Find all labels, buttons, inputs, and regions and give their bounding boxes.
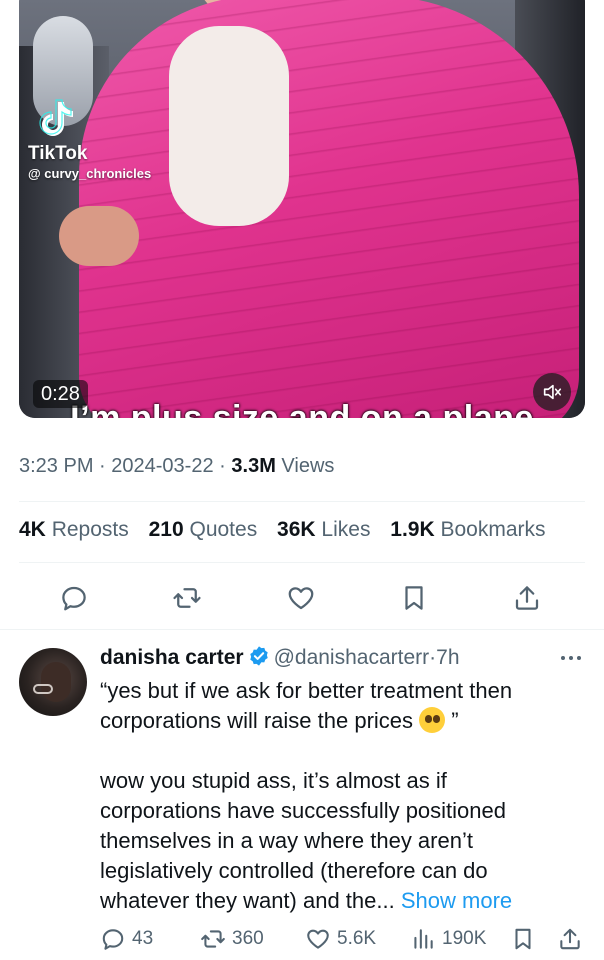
repost-icon bbox=[173, 588, 201, 608]
reply-time[interactable]: 7h bbox=[436, 646, 459, 669]
likes-count: 36K bbox=[277, 518, 316, 541]
author-name[interactable]: danisha carter bbox=[100, 646, 244, 669]
muted-speaker-icon bbox=[543, 384, 562, 400]
reposts-label: Reposts bbox=[51, 518, 129, 541]
reply-icon bbox=[62, 586, 86, 611]
view-count: 3.3M bbox=[231, 455, 276, 477]
tiktok-handle: @ curvy_chronicles bbox=[28, 166, 152, 181]
reply-header: danisha carter @danishacarterr·7h bbox=[100, 645, 460, 670]
reposts-count: 4K bbox=[19, 518, 46, 541]
bookmark-icon bbox=[515, 928, 531, 950]
share-button[interactable] bbox=[507, 578, 547, 618]
repost-icon bbox=[201, 930, 225, 948]
post-stats: 4K Reposts 210 Quotes 36K Likes 1.9K Boo… bbox=[19, 518, 546, 542]
reply-text-quote-end: ” bbox=[451, 708, 459, 733]
repost-button[interactable] bbox=[167, 578, 207, 618]
video-player[interactable]: I’m plus size and on a plane bbox=[19, 0, 585, 418]
reply-icon bbox=[102, 929, 124, 950]
reply-like-button[interactable]: 5.6K bbox=[305, 924, 376, 954]
views-count: 190K bbox=[442, 928, 487, 949]
reply-share-button[interactable] bbox=[557, 924, 583, 954]
post-date[interactable]: 2024-03-22 bbox=[111, 455, 213, 477]
reply-count: 43 bbox=[132, 928, 154, 949]
tiktok-brand: TikTok bbox=[28, 143, 88, 164]
like-count: 5.6K bbox=[337, 928, 377, 949]
share-icon bbox=[515, 586, 539, 610]
like-button[interactable] bbox=[281, 578, 321, 618]
avatar-face bbox=[41, 662, 71, 702]
reply-views-button[interactable]: 190K bbox=[410, 924, 486, 954]
tiktok-logo-icon bbox=[39, 99, 73, 136]
share-icon bbox=[560, 928, 580, 950]
reply-actions: 43 360 5.6K 190K bbox=[0, 924, 604, 954]
reply-text: “yes but if we ask for better treatment … bbox=[100, 676, 570, 916]
video-duration: 0:28 bbox=[33, 380, 88, 408]
view-label: Views bbox=[281, 455, 335, 477]
like-icon bbox=[288, 587, 314, 610]
quotes-count: 210 bbox=[148, 518, 184, 541]
mute-button[interactable] bbox=[533, 373, 571, 411]
reply-reply-button[interactable]: 43 bbox=[100, 924, 153, 954]
divider bbox=[19, 562, 585, 563]
bookmarks-stat[interactable]: 1.9K Bookmarks bbox=[390, 518, 545, 541]
meta-separator: · bbox=[219, 455, 226, 477]
more-icon bbox=[561, 656, 581, 660]
bookmarks-label: Bookmarks bbox=[440, 518, 546, 541]
reply-repost-button[interactable]: 360 bbox=[200, 924, 264, 954]
pleading-face-emoji-icon bbox=[419, 707, 446, 733]
reply-button[interactable] bbox=[54, 578, 94, 618]
reposts-stat[interactable]: 4K Reposts bbox=[19, 518, 129, 541]
like-icon bbox=[307, 929, 329, 949]
video-shirt bbox=[169, 26, 289, 226]
avatar[interactable] bbox=[19, 648, 87, 716]
avatar-detail bbox=[33, 684, 53, 694]
post-time[interactable]: 3:23 PM bbox=[19, 455, 93, 477]
video-jacket bbox=[79, 0, 579, 418]
post-meta: 3:23 PM · 2024-03-22 · 3.3M Views bbox=[19, 455, 334, 478]
quotes-label: Quotes bbox=[189, 518, 258, 541]
verified-badge-icon bbox=[249, 646, 268, 666]
likes-label: Likes bbox=[321, 518, 371, 541]
reply-bookmark-button[interactable] bbox=[510, 924, 536, 954]
bookmark-icon bbox=[405, 586, 423, 610]
more-options-button[interactable] bbox=[556, 646, 586, 670]
bookmark-button[interactable] bbox=[394, 578, 434, 618]
views-chart-icon bbox=[414, 929, 433, 949]
quotes-stat[interactable]: 210 Quotes bbox=[149, 518, 258, 541]
likes-stat[interactable]: 36K Likes bbox=[277, 518, 370, 541]
post-actions bbox=[0, 578, 604, 618]
video-caption: I’m plus size and on a plane bbox=[70, 399, 534, 418]
meta-separator: · bbox=[99, 455, 106, 477]
divider bbox=[19, 501, 585, 502]
divider bbox=[0, 629, 604, 630]
repost-count: 360 bbox=[232, 928, 264, 949]
author-handle[interactable]: @danishacarterr bbox=[274, 646, 430, 669]
bookmarks-count: 1.9K bbox=[390, 518, 435, 541]
show-more-link[interactable]: Show more bbox=[401, 888, 512, 913]
video-hand bbox=[59, 206, 139, 266]
